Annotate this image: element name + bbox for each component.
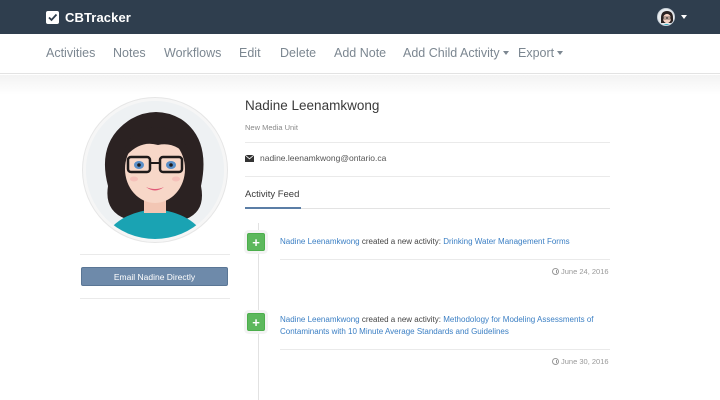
chevron-down-icon xyxy=(502,51,509,55)
user-menu[interactable] xyxy=(657,8,687,26)
divider xyxy=(80,254,230,255)
plus-icon: + xyxy=(247,313,265,331)
chevron-down-icon xyxy=(557,51,564,55)
nav-workflows[interactable]: Workflows xyxy=(164,46,221,60)
nav-edit[interactable]: Edit xyxy=(239,46,261,60)
brand-name: CBTracker xyxy=(65,9,131,25)
feed-entry-date: June 24, 2016 xyxy=(552,267,609,276)
nav-activities[interactable]: Activities xyxy=(46,46,95,60)
feed-entry-text: Nadine Leenamkwong created a new activit… xyxy=(280,237,570,246)
divider xyxy=(245,142,610,143)
divider xyxy=(280,349,610,350)
actor-link[interactable]: Nadine Leenamkwong xyxy=(280,315,360,324)
action-menu: Activities Notes Workflows Edit Delete A… xyxy=(0,34,720,74)
nav-add-note[interactable]: Add Note xyxy=(334,46,386,60)
email-directly-button[interactable]: Email Nadine Directly xyxy=(81,267,228,286)
chevron-down-icon xyxy=(681,15,687,19)
divider xyxy=(280,259,610,260)
nav-add-child-activity[interactable]: Add Child Activity xyxy=(403,46,509,60)
clock-icon xyxy=(552,358,559,365)
nav-export[interactable]: Export xyxy=(518,46,564,60)
nav-delete[interactable]: Delete xyxy=(280,46,316,60)
checkbox-logo-icon xyxy=(46,10,59,24)
plus-icon: + xyxy=(247,233,265,251)
header-shadow xyxy=(0,75,720,95)
envelope-icon xyxy=(245,155,254,162)
feed-title-accent xyxy=(245,207,301,209)
feed-entry-text: Nadine Leenamkwong created a new activit… xyxy=(280,315,594,336)
actor-link[interactable]: Nadine Leenamkwong xyxy=(280,237,360,246)
profile-avatar xyxy=(83,98,227,242)
top-navbar: CBTracker xyxy=(0,0,720,34)
divider xyxy=(245,176,610,177)
profile-unit: New Media Unit xyxy=(245,123,298,132)
profile-email[interactable]: nadine.leenamkwong@ontario.ca xyxy=(260,153,386,163)
divider xyxy=(80,298,230,299)
user-avatar xyxy=(657,8,675,26)
nav-notes[interactable]: Notes xyxy=(113,46,146,60)
profile-name: Nadine Leenamkwong xyxy=(245,98,380,113)
activity-feed-title: Activity Feed xyxy=(245,189,300,200)
brand-link[interactable]: CBTracker xyxy=(46,9,131,25)
activity-link[interactable]: Drinking Water Management Forms xyxy=(443,237,569,246)
feed-entry-date: June 30, 2016 xyxy=(552,357,609,366)
clock-icon xyxy=(552,268,559,275)
